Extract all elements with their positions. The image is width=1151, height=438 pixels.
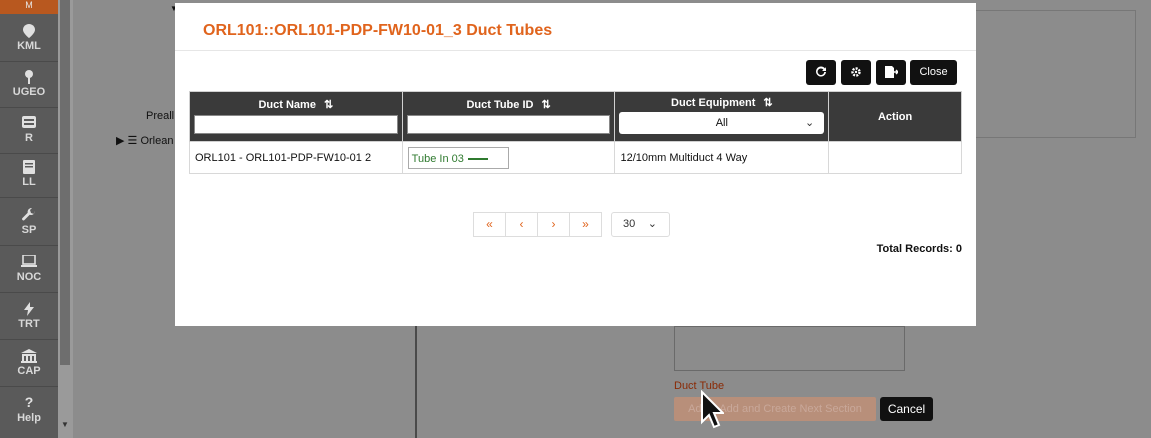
background-textarea[interactable] (674, 326, 905, 371)
gear-icon (851, 67, 861, 77)
duct-tubes-modal: ORL101::ORL101-PDP-FW10-01_3 Duct Tubes … (175, 3, 976, 326)
sidebar-item-label: SP (21, 224, 37, 236)
sidebar-item-cap[interactable]: CAP (0, 343, 58, 387)
total-records: Total Records: 0 (876, 243, 962, 255)
export-icon (884, 66, 899, 78)
card-icon (0, 110, 58, 132)
chevron-down-icon: ⌄ (804, 117, 815, 129)
sidebar-item-sp[interactable]: SP (0, 202, 58, 246)
sidebar-top-label: M (25, 0, 33, 10)
pin-icon (0, 64, 58, 86)
refresh-button[interactable] (806, 60, 836, 85)
sidebar-item-label: R (25, 132, 33, 144)
sidebar-item-label: UGEO (12, 86, 46, 98)
first-page-button[interactable]: « (473, 212, 506, 237)
sort-icon[interactable]: ⇅ (763, 97, 772, 109)
column-header-duct-tube-id[interactable]: Duct Tube ID ⇅ (401, 91, 616, 142)
modal-divider (175, 50, 976, 51)
sidebar-item-trt[interactable]: TRT (0, 296, 58, 340)
sidebar-item-label: KML (17, 40, 41, 52)
cell-duct-name: ORL101 - ORL101-PDP-FW10-01 2 (189, 141, 403, 174)
sidebar-item-label: NOC (16, 271, 42, 283)
building-icon (0, 343, 58, 365)
question-icon: ? (24, 394, 34, 410)
sidebar-top-item[interactable]: M (0, 0, 58, 14)
tree-node-icon: ☰ (127, 135, 138, 147)
sidebar-item-noc[interactable]: NOC (0, 249, 58, 293)
select-value: All (715, 117, 728, 129)
sidebar-item-ugeo[interactable]: UGEO (0, 64, 58, 108)
modal-title: ORL101::ORL101-PDP-FW10-01_3 Duct Tubes (203, 22, 553, 39)
duct-name-filter-input[interactable] (194, 115, 398, 134)
duct-tube-id-filter-input[interactable] (406, 115, 611, 134)
sidebar-item-label: TRT (18, 318, 40, 330)
last-page-button[interactable]: » (569, 212, 602, 237)
scrollbar-thumb[interactable] (60, 0, 70, 365)
sort-icon[interactable]: ⇅ (541, 99, 550, 111)
tree-item-preall[interactable]: Preall (146, 110, 174, 122)
cell-action (828, 141, 962, 174)
page-size-value: 30 (623, 218, 636, 230)
tube-id-value: Tube In 03 (411, 152, 464, 165)
pagination: « ‹ › » (473, 212, 602, 237)
header-label: Duct Tube ID (466, 99, 534, 111)
refresh-icon (816, 66, 826, 77)
tree-item-label: Orlean (140, 135, 174, 147)
table-row[interactable]: ORL101 - ORL101-PDP-FW10-01 2 Tube In 03… (189, 141, 962, 174)
export-button[interactable] (876, 60, 906, 85)
duct-tube-id-field[interactable]: Tube In 03 (407, 146, 509, 169)
mouse-cursor-icon (700, 389, 726, 433)
sidebar-item-label: CAP (17, 365, 41, 377)
header-label: Duct Equipment (671, 97, 756, 109)
duct-tubes-table: Duct Name ⇅ Duct Tube ID ⇅ Duct Equipment ⇅… (189, 91, 962, 174)
sidebar-item-help[interactable]: ? Help (0, 390, 58, 434)
tube-color-indicator (467, 157, 488, 160)
column-header-duct-name[interactable]: Duct Name ⇅ (189, 91, 403, 142)
settings-button[interactable] (841, 60, 871, 85)
sidebar: M KML UGEO R LL SP NOC TRT CAP ? Help (0, 0, 58, 438)
duct-equipment-filter-select[interactable]: All ⌄ (619, 112, 825, 134)
sidebar-item-kml[interactable]: KML (0, 18, 58, 62)
tree-item-orlean[interactable]: ▶ ☰ Orlean (116, 134, 173, 147)
background-panel (976, 10, 1136, 138)
sidebar-item-label: Help (17, 412, 41, 424)
header-label: Duct Name (258, 99, 316, 111)
book-icon (0, 154, 58, 176)
sort-icon[interactable]: ⇅ (324, 99, 333, 111)
column-header-action: Action (828, 91, 962, 142)
close-button[interactable]: Close (910, 60, 957, 85)
lightning-icon (0, 296, 58, 318)
prev-page-button[interactable]: ‹ (505, 212, 538, 237)
column-header-duct-equipment[interactable]: Duct Equipment ⇅ All ⌄ (614, 91, 830, 142)
chevron-down-icon: ⌄ (647, 218, 657, 230)
scroll-down-arrow-icon[interactable]: ▼ (60, 418, 70, 432)
wrench-icon (0, 202, 58, 224)
cell-duct-tube-id: Tube In 03 (401, 141, 616, 174)
sidebar-item-r[interactable]: R (0, 110, 58, 154)
cell-duct-equipment: 12/10mm Multiduct 4 Way (614, 141, 830, 174)
cancel-button[interactable]: Cancel (880, 397, 933, 421)
map-pin-icon (0, 18, 58, 40)
sidebar-item-label: LL (22, 176, 36, 188)
page-size-select[interactable]: 30 ⌄ (611, 212, 670, 237)
laptop-icon (0, 249, 58, 271)
next-page-button[interactable]: › (537, 212, 570, 237)
sidebar-item-ll[interactable]: LL (0, 154, 58, 198)
